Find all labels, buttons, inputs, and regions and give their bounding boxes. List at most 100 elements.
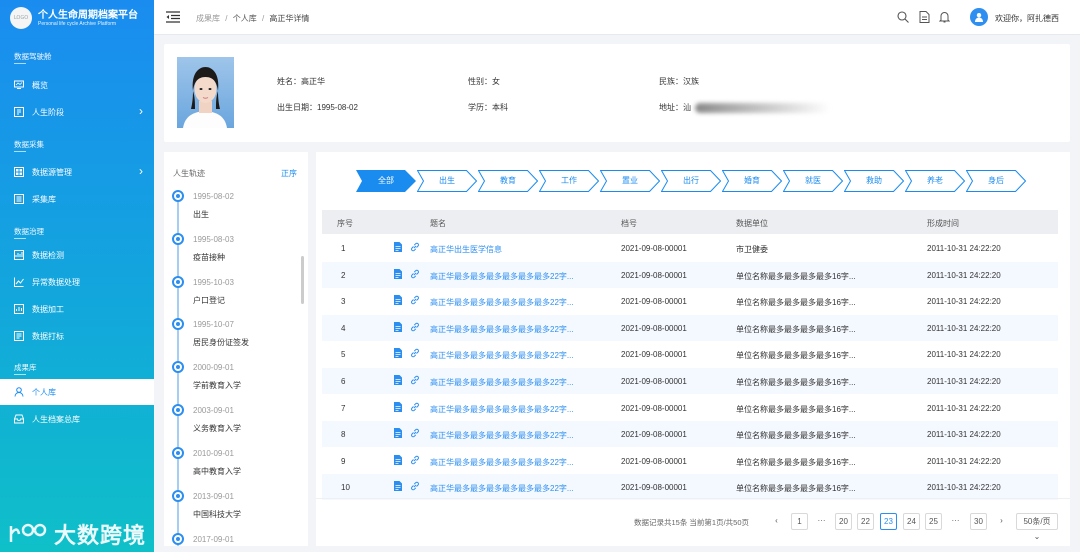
file-icon[interactable] bbox=[394, 295, 402, 307]
file-icon[interactable] bbox=[394, 454, 402, 467]
cell-title-link[interactable]: 高正华最多最多最多最多最多最多22字... bbox=[430, 297, 574, 308]
sidebar-item-collect-lib[interactable]: 采集库 bbox=[0, 186, 154, 212]
step-relief[interactable]: 救助 bbox=[843, 170, 905, 192]
file-icon[interactable] bbox=[394, 401, 402, 414]
step-posthumous[interactable]: 身后 bbox=[965, 170, 1027, 192]
timeline-event[interactable]: 中国科技大学 bbox=[193, 509, 241, 520]
page-button-current[interactable]: 23 bbox=[880, 513, 897, 530]
file-icon[interactable] bbox=[394, 481, 402, 493]
file-icon[interactable] bbox=[394, 375, 402, 387]
timeline-event[interactable]: 高中教育入学 bbox=[193, 466, 241, 477]
next-page-button[interactable]: › bbox=[993, 513, 1010, 530]
cell-title-link[interactable]: 高正华最多最多最多最多最多最多22字... bbox=[430, 271, 574, 282]
sidebar-item-label: 个人库 bbox=[32, 387, 56, 397]
step-elderly[interactable]: 养老 bbox=[904, 170, 966, 192]
timeline-event[interactable]: 疫苗接种 bbox=[193, 252, 225, 263]
sidebar-item-process[interactable]: 数据加工 bbox=[0, 296, 154, 322]
cell-title-link[interactable]: 高正华最多最多最多最多最多最多22字... bbox=[430, 483, 574, 494]
table-row[interactable]: 2 高正华最多最多最多最多最多最多22字... 2021-09-08-00001 单位… bbox=[322, 261, 1058, 288]
step-label: 身后 bbox=[988, 176, 1004, 185]
bell-icon[interactable] bbox=[939, 11, 950, 23]
link-icon[interactable] bbox=[410, 402, 420, 414]
avatar[interactable] bbox=[970, 8, 988, 26]
sidebar-item-tag[interactable]: 数据打标 bbox=[0, 323, 154, 349]
sidebar-item-personal-lib[interactable]: 个人库 bbox=[0, 379, 154, 405]
page-button[interactable]: 22 bbox=[857, 513, 874, 530]
document-icon[interactable] bbox=[919, 11, 930, 23]
page-button[interactable]: 24 bbox=[903, 513, 920, 530]
step-birth[interactable]: 出生 bbox=[416, 170, 478, 192]
welcome-text[interactable]: 欢迎你，阿扎德西 bbox=[995, 13, 1059, 24]
file-icon[interactable] bbox=[394, 348, 402, 360]
table-row[interactable]: 5 高正华最多最多最多最多最多最多22字... 2021-09-08-00001 单位… bbox=[322, 341, 1058, 367]
link-icon[interactable] bbox=[410, 455, 420, 467]
page-button[interactable]: 20 bbox=[835, 513, 852, 530]
cell-title-link[interactable]: 高正华最多最多最多最多最多最多22字... bbox=[430, 457, 574, 468]
cell-title-link[interactable]: 高正华最多最多最多最多最多最多22字... bbox=[430, 430, 574, 441]
step-travel[interactable]: 出行 bbox=[660, 170, 722, 192]
sidebar-item-datasource[interactable]: 数据源管理 › bbox=[0, 159, 154, 185]
page-size-select[interactable]: 50条/页 ⌄ bbox=[1016, 513, 1058, 541]
timeline-scrollbar[interactable] bbox=[301, 256, 304, 304]
menu-fold-icon[interactable] bbox=[166, 11, 180, 23]
search-icon[interactable] bbox=[897, 11, 909, 23]
sidebar-item-overview[interactable]: 概览 bbox=[0, 72, 154, 98]
timeline-event[interactable]: 居民身份证签发 bbox=[193, 337, 249, 348]
table-row[interactable]: 7 高正华最多最多最多最多最多最多22字... 2021-09-08-00001 单位… bbox=[322, 395, 1058, 421]
page-button[interactable]: 30 bbox=[970, 513, 987, 530]
link-icon[interactable] bbox=[410, 481, 420, 493]
timeline-sort-toggle[interactable]: 正序 bbox=[281, 168, 297, 179]
cell-title-link[interactable]: 高正华最多最多最多最多最多最多22字... bbox=[430, 350, 574, 361]
timeline-event[interactable]: 义务教育入学 bbox=[193, 423, 241, 434]
cell-title-link[interactable]: 高正华最多最多最多最多最多最多22字... bbox=[430, 324, 574, 335]
link-icon[interactable] bbox=[410, 375, 420, 387]
archive-icon bbox=[14, 414, 24, 424]
page-button[interactable]: 1 bbox=[791, 513, 808, 530]
link-icon[interactable] bbox=[410, 242, 420, 254]
step-education[interactable]: 教育 bbox=[477, 170, 539, 192]
timeline-dot bbox=[172, 490, 184, 502]
tag-icon bbox=[14, 331, 24, 341]
table-row[interactable]: 10 高正华最多最多最多最多最多最多22字... 2021-09-08-00001 单… bbox=[322, 474, 1058, 501]
page-ellipsis[interactable]: ··· bbox=[813, 513, 830, 530]
step-medical[interactable]: 就医 bbox=[782, 170, 844, 192]
table-row[interactable]: 4 高正华最多最多最多最多最多最多22字... 2021-09-08-00001 单位… bbox=[322, 314, 1058, 341]
link-icon[interactable] bbox=[410, 348, 420, 360]
cell-title-link[interactable]: 高正华最多最多最多最多最多最多22字... bbox=[430, 377, 574, 388]
cell-time: 2011-10-31 24:22:20 bbox=[927, 350, 1001, 360]
step-property[interactable]: 置业 bbox=[599, 170, 661, 192]
table-row[interactable]: 3 高正华最多最多最多最多最多最多22字... 2021-09-08-00001 单位… bbox=[322, 288, 1058, 314]
step-work[interactable]: 工作 bbox=[538, 170, 600, 192]
table-row[interactable]: 9 高正华最多最多最多最多最多最多22字... 2021-09-08-00001 单位… bbox=[322, 448, 1058, 474]
section-collection: 数据采集 bbox=[14, 140, 44, 152]
prev-page-button[interactable]: ‹ bbox=[768, 513, 785, 530]
table-row[interactable]: 6 高正华最多最多最多最多最多最多22字... 2021-09-08-00001 单位… bbox=[322, 368, 1058, 394]
file-icon[interactable] bbox=[394, 268, 402, 281]
breadcrumb-item[interactable]: 个人库 bbox=[233, 14, 257, 23]
sidebar-item-archive[interactable]: 人生档案总库 bbox=[0, 406, 154, 432]
link-icon[interactable] bbox=[410, 269, 420, 281]
cell-title-link[interactable]: 高正华出生医学信息 bbox=[430, 244, 502, 255]
link-icon[interactable] bbox=[410, 295, 420, 307]
sidebar-item-life-stage[interactable]: 人生阶段 › bbox=[0, 99, 154, 125]
cell-title-link[interactable]: 高正华最多最多最多最多最多最多22字... bbox=[430, 404, 574, 415]
timeline-event[interactable]: 户口登记 bbox=[193, 295, 225, 306]
sidebar-item-anomaly[interactable]: 异常数据处理 bbox=[0, 269, 154, 295]
link-icon[interactable] bbox=[410, 322, 420, 334]
file-icon[interactable] bbox=[394, 321, 402, 334]
link-icon[interactable] bbox=[410, 428, 420, 440]
page-button[interactable]: 25 bbox=[925, 513, 942, 530]
file-icon[interactable] bbox=[394, 428, 402, 440]
page-ellipsis[interactable]: ··· bbox=[947, 513, 964, 530]
table-row[interactable]: 8 高正华最多最多最多最多最多最多22字... 2021-09-08-00001 单位… bbox=[322, 421, 1058, 448]
breadcrumb-item[interactable]: 成果库 bbox=[196, 14, 220, 23]
timeline-event[interactable]: 出生 bbox=[193, 209, 209, 220]
sidebar-item-inspect[interactable]: 数据检测 bbox=[0, 242, 154, 268]
step-all[interactable]: 全部 bbox=[356, 170, 416, 192]
watermark-text: 大数跨境 bbox=[54, 523, 147, 548]
timeline-event[interactable]: 学前教育入学 bbox=[193, 380, 241, 391]
breadcrumb: 成果库 / 个人库 / 高正华详情 bbox=[196, 13, 309, 24]
table-row[interactable]: 1 高正华出生医学信息 2021-09-08-00001 市卫健委 2011-10-31… bbox=[322, 235, 1058, 261]
file-icon[interactable] bbox=[394, 242, 402, 254]
step-marriage[interactable]: 婚育 bbox=[721, 170, 783, 192]
